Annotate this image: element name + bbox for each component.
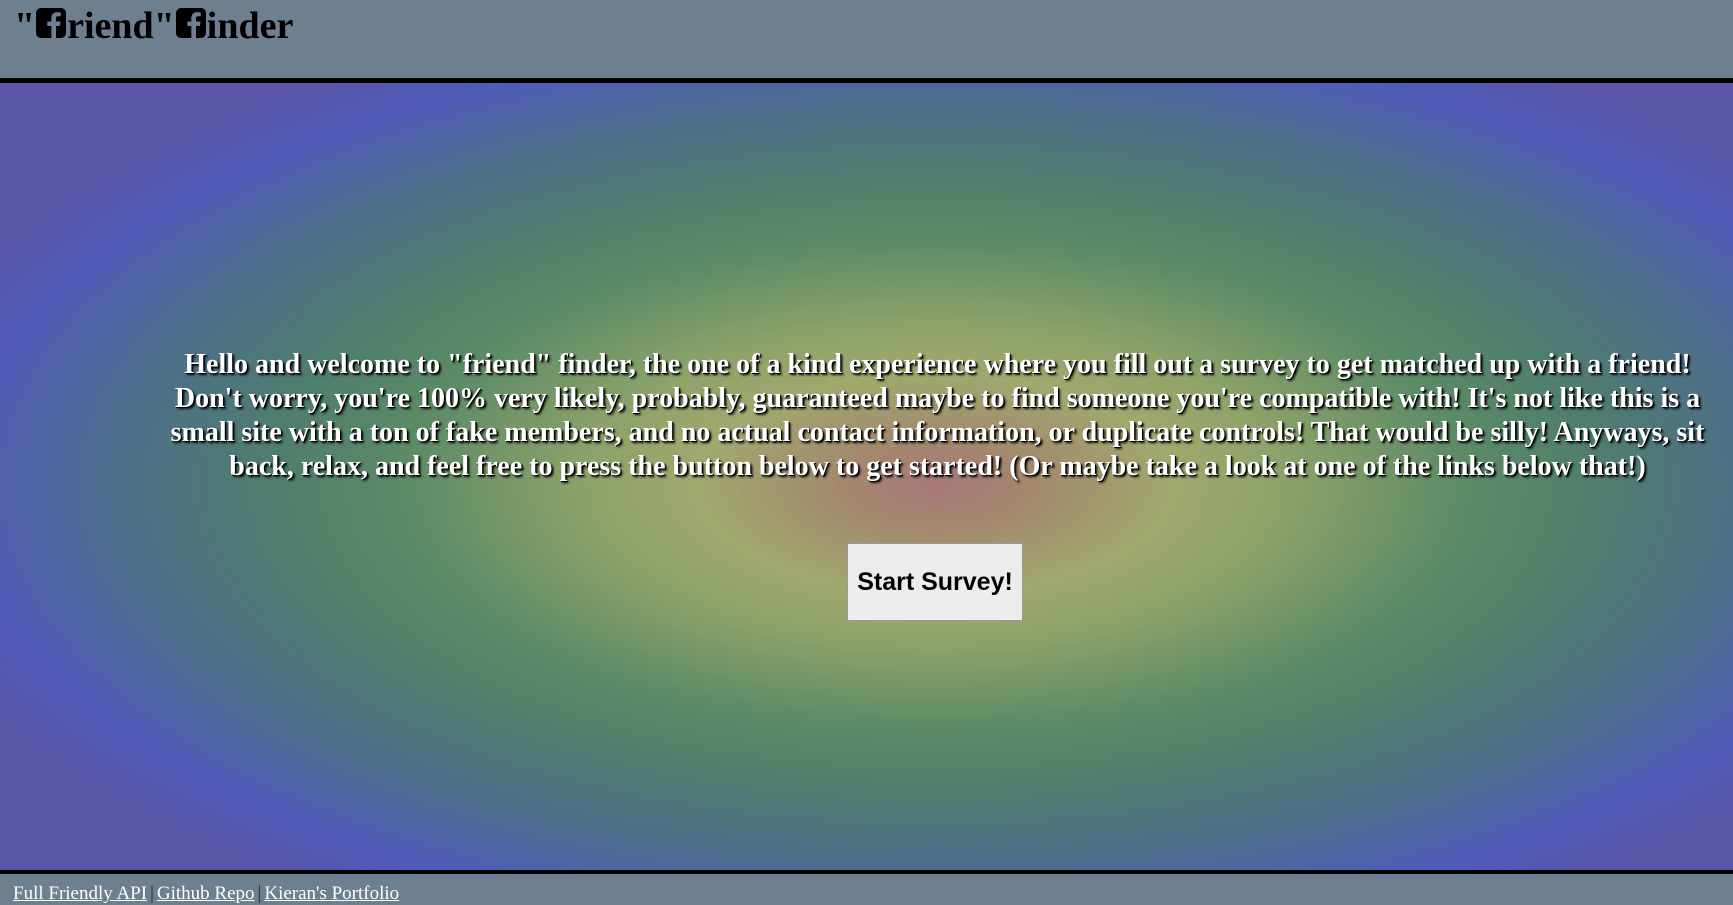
- site-title: " riend" inder: [14, 4, 293, 48]
- site-footer: Full Friendly API | Github Repo | Kieran's P…: [0, 874, 1733, 905]
- title-prefix: ": [14, 5, 36, 47]
- footer-separator: |: [150, 883, 154, 904]
- footer-link-portfolio[interactable]: Kieran's Portfolio: [264, 883, 399, 904]
- start-survey-button[interactable]: Start Survey!: [847, 543, 1023, 621]
- title-friend: riend": [67, 5, 175, 47]
- facebook-f-icon: [175, 8, 206, 38]
- main-content: Hello and welcome to "friend" finder, th…: [0, 83, 1733, 874]
- facebook-f-icon: [36, 8, 67, 38]
- footer-link-github[interactable]: Github Repo: [157, 883, 255, 904]
- footer-link-api[interactable]: Full Friendly API: [13, 883, 147, 904]
- site-header: " riend" inder: [0, 0, 1733, 83]
- intro-text: Hello and welcome to "friend" finder, th…: [170, 349, 1705, 482]
- title-finder: inder: [206, 5, 294, 47]
- footer-links: Full Friendly API | Github Repo | Kieran's P…: [13, 883, 399, 905]
- footer-separator: |: [257, 883, 262, 904]
